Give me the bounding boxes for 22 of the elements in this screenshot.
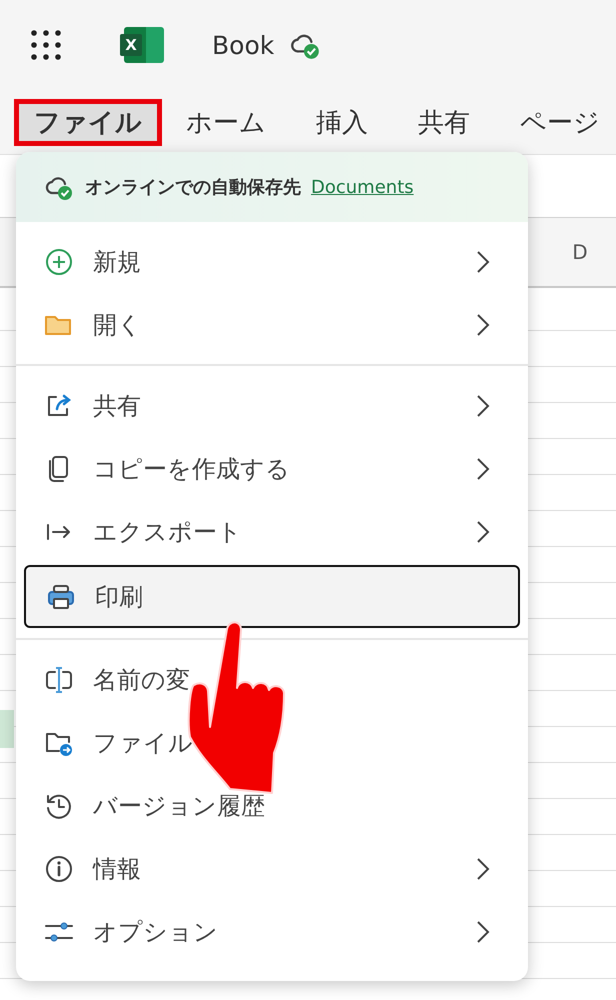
menu-item[interactable]: コピーを作成する — [16, 437, 528, 500]
column-header: D — [571, 240, 589, 264]
ribbon-tab[interactable]: ホーム — [166, 98, 286, 146]
selected-cell — [0, 710, 14, 748]
menu-item[interactable]: バージョン履歴 — [16, 774, 528, 837]
menu-item[interactable]: 情報 — [16, 837, 528, 900]
menu-item[interactable]: 開く — [16, 293, 528, 356]
menu-item[interactable]: エクスポート — [16, 500, 528, 563]
menu-item[interactable]: 印刷 — [24, 565, 520, 628]
ribbon-tab[interactable]: ページ — [500, 98, 616, 146]
app-launcher-icon[interactable] — [30, 29, 62, 61]
ribbon-tab[interactable]: 共有 — [398, 98, 490, 146]
document-title: Book — [212, 30, 274, 60]
ribbon-tab[interactable]: ファイル — [14, 98, 162, 146]
menu-item[interactable]: 名前の変 — [16, 648, 528, 711]
menu-item[interactable]: 共有 — [16, 374, 528, 437]
menu-item[interactable]: オプション — [16, 900, 528, 963]
ribbon-tab[interactable]: 挿入 — [296, 98, 388, 146]
menu-item[interactable]: ファイル — [16, 711, 528, 774]
autosave-text: オンラインでの自動保存先 — [85, 176, 301, 199]
documents-link[interactable]: Documents — [311, 176, 414, 198]
menu-item[interactable]: 新規 — [16, 230, 528, 293]
